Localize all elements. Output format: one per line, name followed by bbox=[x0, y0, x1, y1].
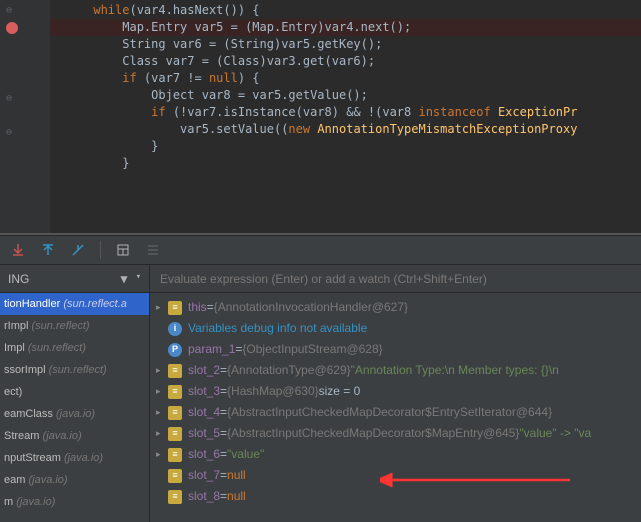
code-line: String var6 = (String)var5.getKey(); bbox=[50, 36, 641, 53]
variables-list[interactable]: ▸≡this = {AnnotationInvocationHandler@62… bbox=[150, 293, 641, 522]
code-area[interactable]: while(var4.hasNext()) { Map.Entry var5 =… bbox=[50, 0, 641, 233]
collapse-icon[interactable]: ⊖ bbox=[6, 90, 12, 104]
code-line: } bbox=[50, 138, 641, 155]
dropdown-icon[interactable]: ▾ bbox=[136, 272, 141, 286]
frames-panel: ING ▼ ▾ tionHandler (sun.reflect.arImpl … bbox=[0, 265, 150, 522]
code-token: null bbox=[209, 71, 238, 85]
code-token: var5.setValue(( bbox=[50, 122, 288, 136]
breakpoint-icon[interactable] bbox=[6, 22, 18, 34]
code-token: if bbox=[50, 71, 144, 85]
variable-row[interactable]: ▸≡this = {AnnotationInvocationHandler@62… bbox=[150, 297, 641, 318]
code-line-breakpoint: Map.Entry var5 = (Map.Entry)var4.next(); bbox=[50, 19, 641, 36]
download-icon[interactable] bbox=[10, 242, 26, 258]
frames-title: ING bbox=[8, 272, 29, 286]
code-token: ExceptionPr bbox=[498, 105, 577, 119]
variable-row[interactable]: ≡slot_8 = null bbox=[150, 486, 641, 507]
code-line: Class var7 = (Class)var3.get(var6); bbox=[50, 53, 641, 70]
variable-row[interactable]: ▸≡slot_4 = {AbstractInputCheckedMapDecor… bbox=[150, 402, 641, 423]
variable-row[interactable]: Pparam_1 = {ObjectInputStream@628} bbox=[150, 339, 641, 360]
code-editor[interactable]: ⊖ ⊖ ⊖ while(var4.hasNext()) { Map.Entry … bbox=[0, 0, 641, 233]
frame-item[interactable]: ect) bbox=[0, 381, 149, 403]
frame-item[interactable]: nputStream (java.io) bbox=[0, 447, 149, 469]
upload-icon[interactable] bbox=[40, 242, 56, 258]
frame-item[interactable]: Stream (java.io) bbox=[0, 425, 149, 447]
variable-row[interactable]: ▸≡slot_2 = {AnnotationType@629} "Annotat… bbox=[150, 360, 641, 381]
variable-row[interactable]: ≡slot_7 = null bbox=[150, 465, 641, 486]
code-token: ) { bbox=[238, 71, 260, 85]
collapse-icon[interactable]: ⊖ bbox=[6, 124, 12, 138]
debug-panels: ING ▼ ▾ tionHandler (sun.reflect.arImpl … bbox=[0, 265, 641, 522]
code-line: } bbox=[50, 155, 641, 172]
gutter: ⊖ ⊖ ⊖ bbox=[0, 0, 50, 233]
list-icon[interactable] bbox=[145, 242, 161, 258]
code-token: (var4.hasNext()) { bbox=[129, 3, 259, 17]
frame-item[interactable]: Impl (sun.reflect) bbox=[0, 337, 149, 359]
frame-item[interactable]: tionHandler (sun.reflect.a bbox=[0, 293, 149, 315]
frame-item[interactable]: eam (java.io) bbox=[0, 469, 149, 491]
code-token: new bbox=[288, 122, 317, 136]
frames-list[interactable]: tionHandler (sun.reflect.arImpl (sun.ref… bbox=[0, 293, 149, 522]
code-token: instanceof bbox=[418, 105, 497, 119]
calculator-icon[interactable] bbox=[115, 242, 131, 258]
code-token: (var7 != bbox=[144, 71, 209, 85]
variable-row[interactable]: iVariables debug info not available bbox=[150, 318, 641, 339]
code-token: if bbox=[50, 105, 173, 119]
code-token: (!var7.isInstance(var8) && !(var8 bbox=[173, 105, 419, 119]
variable-row[interactable]: ▸≡slot_3 = {HashMap@630} size = 0 bbox=[150, 381, 641, 402]
toolbar-separator bbox=[100, 241, 101, 259]
frame-item[interactable]: eamClass (java.io) bbox=[0, 403, 149, 425]
frame-item[interactable]: rImpl (sun.reflect) bbox=[0, 315, 149, 337]
debug-toolbar bbox=[0, 235, 641, 265]
filter-icon[interactable]: ▼ bbox=[120, 272, 127, 286]
variable-row[interactable]: ▸≡slot_6 = "value" bbox=[150, 444, 641, 465]
code-token: AnnotationTypeMismatchExceptionProxy bbox=[317, 122, 577, 136]
mute-icon[interactable] bbox=[70, 242, 86, 258]
frame-item[interactable]: ssorImpl (sun.reflect) bbox=[0, 359, 149, 381]
frame-item[interactable]: m (java.io) bbox=[0, 491, 149, 513]
watch-input[interactable]: Evaluate expression (Enter) or add a wat… bbox=[150, 265, 641, 293]
variable-row[interactable]: ▸≡slot_5 = {AbstractInputCheckedMapDecor… bbox=[150, 423, 641, 444]
frames-header: ING ▼ ▾ bbox=[0, 265, 149, 293]
variables-panel: Evaluate expression (Enter) or add a wat… bbox=[150, 265, 641, 522]
code-line: Object var8 = var5.getValue(); bbox=[50, 87, 641, 104]
collapse-icon[interactable]: ⊖ bbox=[6, 2, 12, 16]
code-token: while bbox=[50, 3, 129, 17]
